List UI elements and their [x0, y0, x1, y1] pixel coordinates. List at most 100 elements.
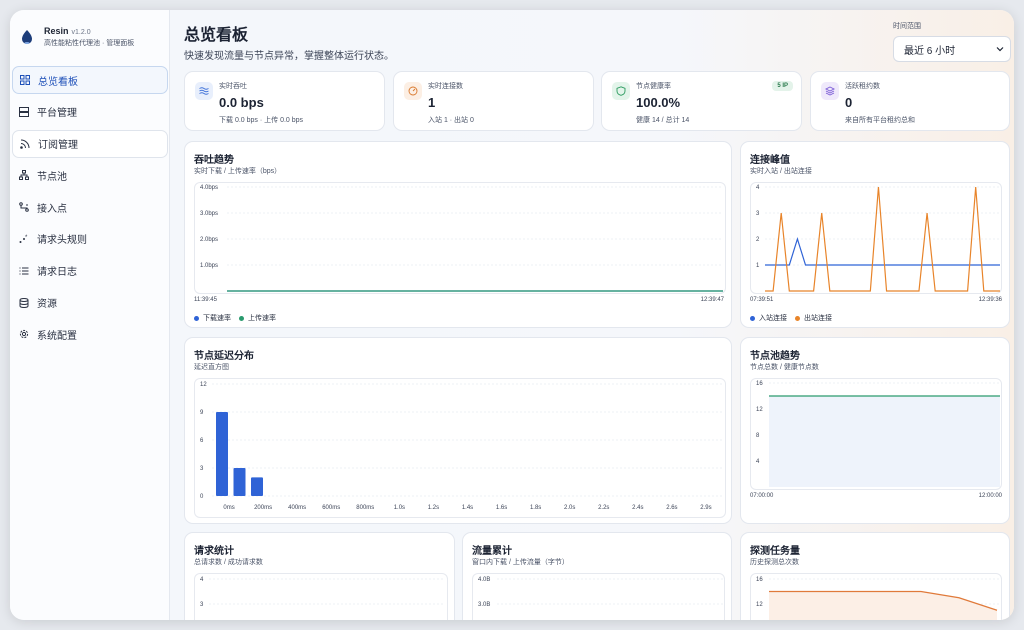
nav-item-resources[interactable]: 资源 [12, 289, 168, 317]
card-subtitle: 节点总数 / 健康节点数 [750, 364, 819, 371]
nav-item-system-config[interactable]: 系统配置 [12, 320, 168, 348]
y-tick-label: 16 [756, 577, 763, 583]
dashboard-icon [19, 74, 31, 86]
nav-item-subscriptions[interactable]: 订阅管理 [12, 129, 168, 158]
x-tick-label: 200ms [254, 505, 272, 511]
connections-chart-svg: 1 2 3 4 [756, 185, 1000, 292]
legend-label: 下载速率 [203, 315, 231, 322]
rules-icon: * [18, 233, 30, 245]
x-tick-label: 1.2s [428, 505, 439, 511]
stat-label: 实时连接数 [428, 83, 463, 90]
legend-label: 出站连接 [804, 315, 832, 322]
list-icon [18, 265, 30, 277]
card-title: 探测任务量 [750, 546, 800, 557]
y-tick-label: 0 [200, 494, 204, 500]
page-subtitle: 快速发现流量与节点异常，掌握整体运行状态。 [184, 51, 394, 62]
y-tick-label: 8 [756, 433, 760, 439]
nav-label: 系统配置 [37, 330, 77, 342]
layers-icon [821, 82, 839, 100]
stat-detail: 健康 14 / 总计 14 [636, 117, 690, 124]
y-tick-label: 3.0B [478, 602, 490, 608]
legend-item: 入站连接 [750, 313, 787, 323]
nav-item-platforms[interactable]: 平台管理 [12, 98, 168, 126]
legend-label: 入站连接 [759, 315, 787, 322]
main-content: 总览看板 快速发现流量与节点异常，掌握整体运行状态。 时间范围 最近 6 小时 … [170, 10, 1014, 620]
card-throughput: 吞吐趋势 实时下载 / 上传速率（bps） 1.0bps 2.0bps 3.0bps… [184, 141, 732, 328]
x-tick-label: 800ms [356, 505, 374, 511]
stat-detail: 来自所有平台租约总和 [845, 117, 915, 124]
nav-label: 资源 [37, 299, 57, 311]
nav-label: 订阅管理 [38, 140, 78, 152]
chevron-down-icon [996, 45, 1004, 53]
x-tick-label: 1.6s [496, 505, 507, 511]
x-axis-end: 12:00:00 [978, 493, 1002, 499]
y-tick-label: 4 [756, 459, 760, 465]
nav-label: 接入点 [37, 203, 67, 215]
brand-version: v1.2.0 [71, 29, 91, 36]
y-tick-label: 3.0bps [200, 211, 218, 217]
x-tick-label: 1.0s [394, 505, 405, 511]
card-title: 吞吐趋势 [194, 155, 234, 166]
stat-card-connections: 实时连接数 1 入站 1 · 出站 0 [393, 71, 594, 131]
brand-subtitle: 高性能粘性代理池 · 管理面板 [44, 40, 135, 47]
legend-item: 出站连接 [795, 313, 832, 323]
stat-label: 节点健康率 [636, 83, 671, 90]
card-subtitle: 窗口内下载 / 上传流量（字节） [472, 559, 569, 566]
card-connections: 连接峰值 实时入站 / 出站连接 1234 07:39:51 12:39:36 … [740, 141, 1010, 328]
rss-icon [19, 138, 31, 150]
legend-item: 上传速率 [239, 313, 276, 323]
stat-value: 100.0% [636, 95, 681, 110]
nav-label: 平台管理 [37, 108, 77, 120]
y-tick-label: 3 [200, 466, 204, 472]
card-subtitle: 实时下载 / 上传速率（bps） [194, 168, 282, 175]
card-requests: 请求统计 总请求数 / 成功请求数 43 [184, 532, 455, 620]
y-tick-label: 4 [756, 185, 760, 191]
x-tick-label: 400ms [288, 505, 306, 511]
x-axis-end: 12:39:47 [700, 297, 724, 303]
stat-value: 0.0 bps [219, 95, 264, 110]
x-tick-label: 0ms [223, 505, 234, 511]
x-tick-label: 1.4s [462, 505, 473, 511]
y-tick-label: 12 [756, 602, 763, 608]
stat-detail: 下载 0.0 bps · 上传 0.0 bps [219, 117, 304, 124]
probes-chart: 16 12 [750, 573, 1002, 620]
x-axis-start: 07:39:51 [750, 297, 774, 303]
card-pool-trend: 节点池趋势 节点总数 / 健康节点数 4 8 12 16 07:00:00 12:00… [740, 337, 1010, 524]
sidebar: Resin v1.2.0 高性能粘性代理池 · 管理面板 总览看板 平台管理 订阅… [10, 10, 170, 620]
gear-icon [18, 328, 30, 340]
x-tick-label: 2.6s [666, 505, 677, 511]
y-tick-label: 9 [200, 410, 204, 416]
legend-item: 下载速率 [194, 313, 231, 323]
y-tick-label: 3 [200, 602, 204, 608]
pool-chart: 4 8 12 16 [750, 378, 1002, 490]
traffic-chart: 4.0B 3.0B [472, 573, 725, 620]
histogram-bar [216, 412, 228, 496]
y-tick-label: 6 [200, 438, 204, 444]
card-traffic: 流量累计 窗口内下载 / 上传流量（字节） 4.0B 3.0B [462, 532, 732, 620]
x-tick-label: 2.4s [632, 505, 643, 511]
y-tick-label: 12 [756, 407, 763, 413]
series-area [769, 396, 1000, 487]
card-subtitle: 延迟直方图 [194, 364, 229, 371]
brand-name: Resin [44, 26, 69, 36]
card-subtitle: 实时入站 / 出站连接 [750, 168, 812, 175]
stat-value: 0 [845, 95, 853, 110]
nav-item-node-pool[interactable]: 节点池 [12, 161, 168, 189]
time-range-select[interactable]: 最近 6 小时 [893, 36, 1011, 62]
nav-label: 节点池 [37, 171, 67, 183]
pool-chart-svg: 4 8 12 16 [756, 381, 1000, 487]
route-icon [18, 201, 30, 213]
y-tick-label: 1 [756, 263, 760, 269]
nav-item-header-rules[interactable]: * 请求头规则 [12, 225, 168, 253]
y-tick-label: 3 [756, 211, 760, 217]
latency-chart-svg: 0 3 6 9 12 0ms 200ms 400ms 600ms 800ms 1.0s 1.2s 1.4… [200, 382, 723, 511]
database-icon [18, 297, 30, 309]
nav-item-access-points[interactable]: 接入点 [12, 193, 168, 221]
y-tick-label: 4.0bps [200, 185, 218, 191]
histogram-bar [251, 477, 263, 496]
nav-item-request-logs[interactable]: 请求日志 [12, 257, 168, 285]
page-title: 总览看板 [184, 27, 249, 44]
nav-item-dashboard[interactable]: 总览看板 [12, 66, 168, 94]
probes-chart-svg: 1612 [756, 577, 1000, 620]
card-subtitle: 历史探测总次数 [750, 559, 799, 566]
